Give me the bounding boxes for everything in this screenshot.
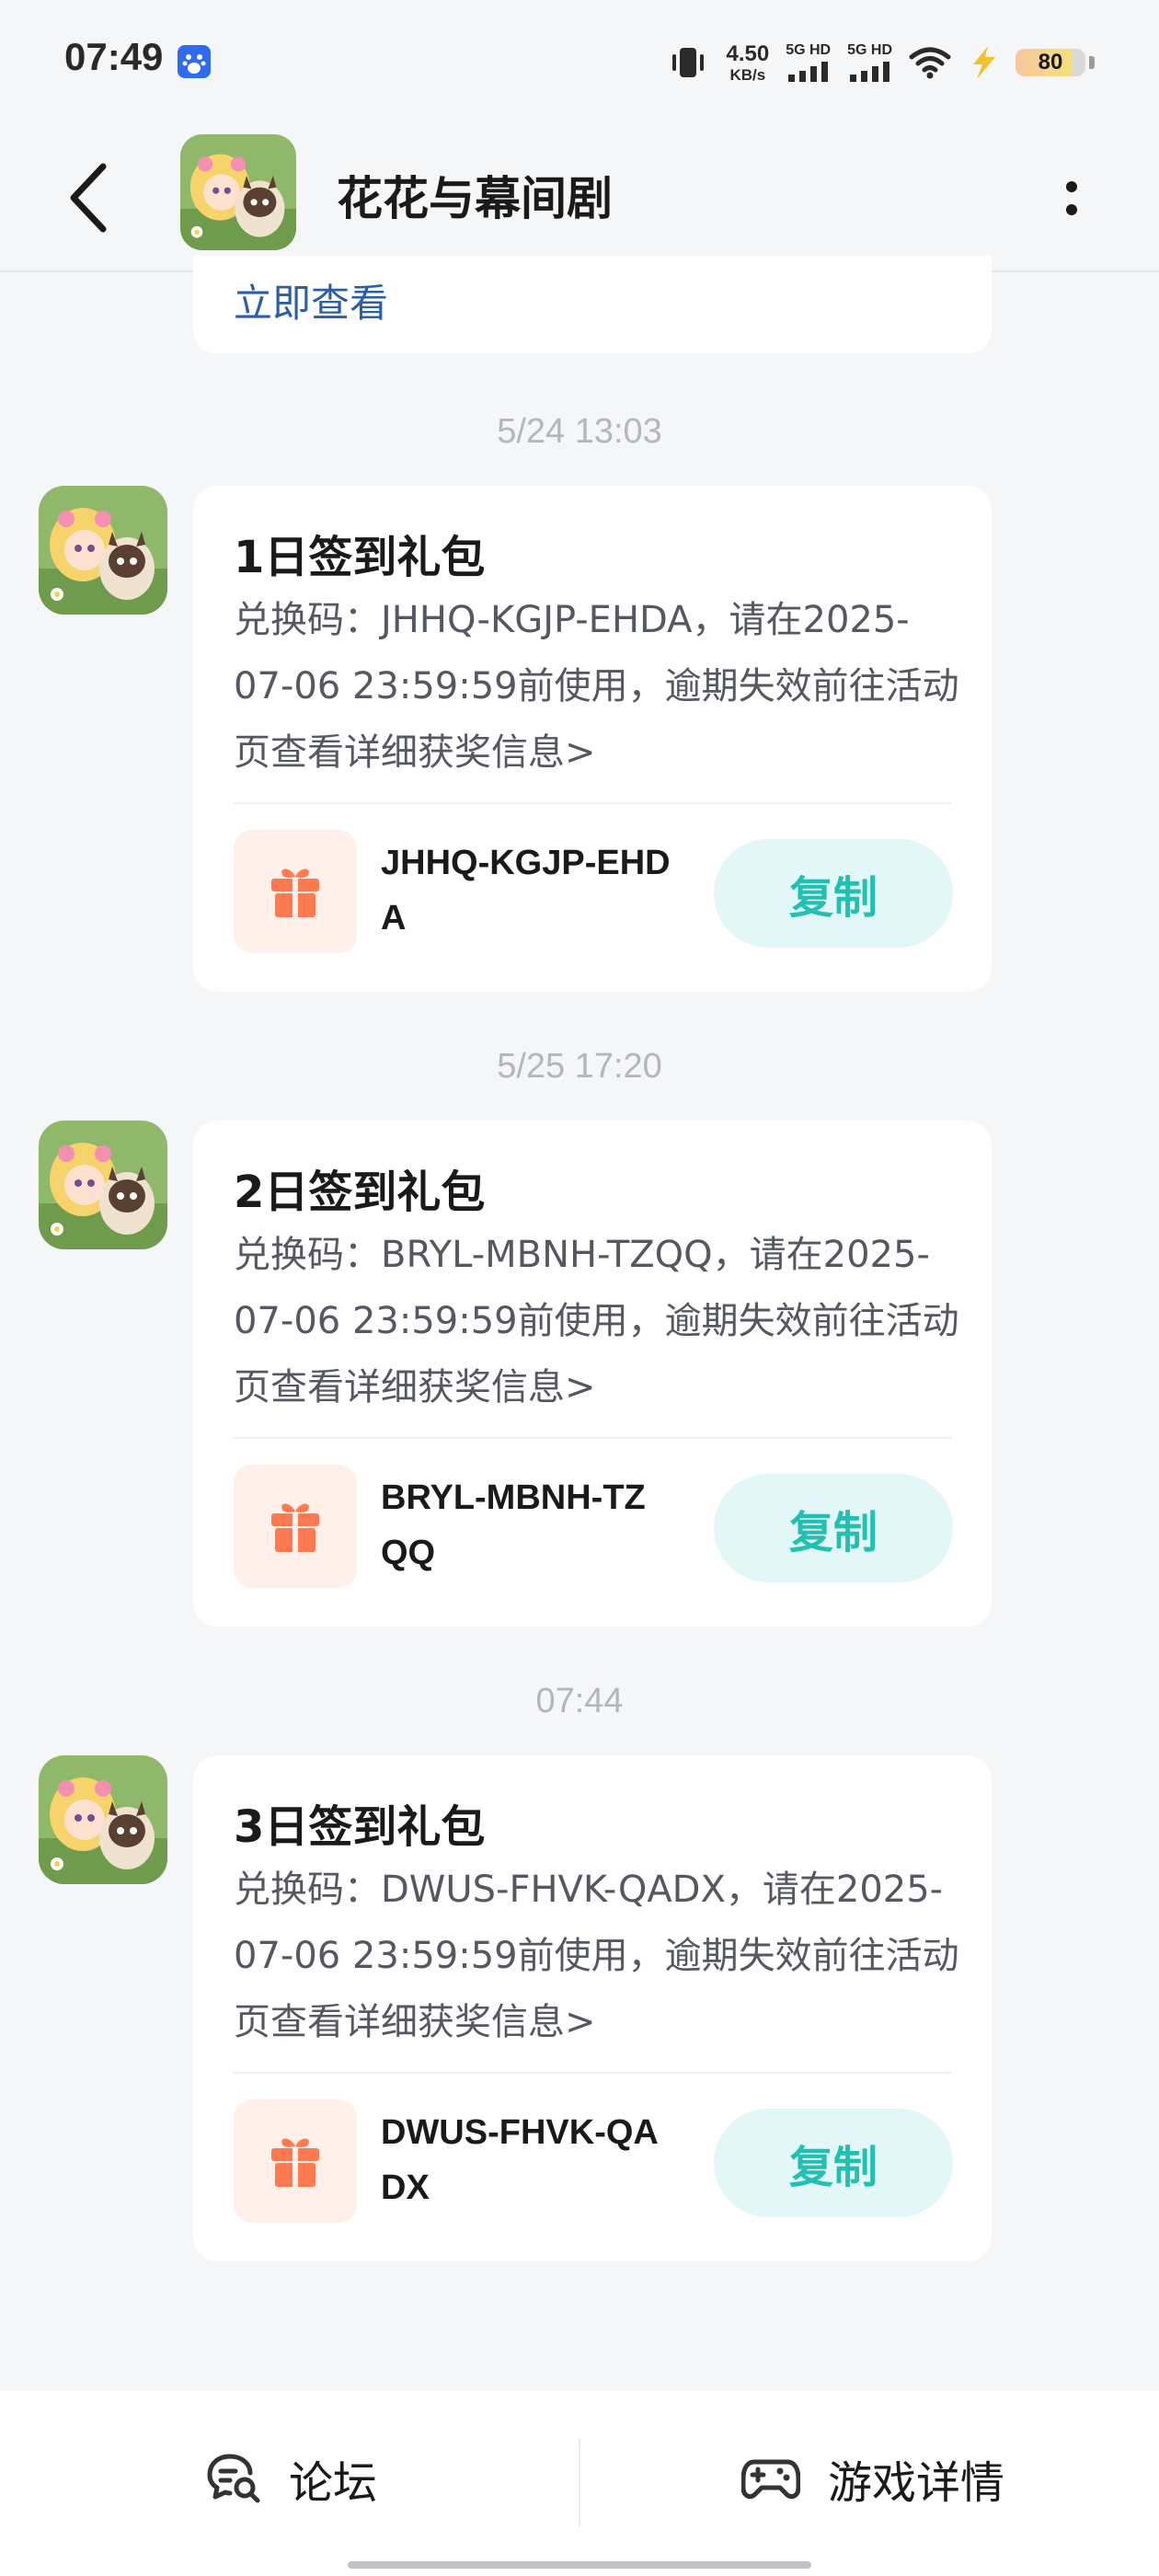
card-divider [234, 802, 951, 804]
gift-icon [271, 1503, 319, 1552]
message-timestamp: 5/25 17:20 [497, 1047, 662, 1086]
gift-code-line: JHHQ-KGJP-EHD [381, 844, 671, 882]
gift-code-line: BRYL-MBNH-TZ [381, 1478, 646, 1517]
card-body[interactable]: 兑换码：DWUS-FHVK-QADX，请在2025-07-06 23:59:59… [234, 1857, 960, 2055]
home-indicator[interactable] [348, 2561, 811, 2569]
battery-level: 80 [1038, 50, 1063, 75]
signal-icon [787, 62, 828, 82]
card-body[interactable]: 兑换码：JHHQ-KGJP-EHDA，请在2025-07-06 23:59:59… [234, 587, 960, 786]
message-timestamp: 5/24 13:03 [497, 412, 662, 451]
battery-cap [1089, 56, 1095, 69]
game-avatar-image [180, 134, 296, 250]
previous-message-card: 立即查看 [193, 256, 992, 353]
gamepad-icon [741, 2459, 800, 2500]
network-speed-value: 4.50 [726, 40, 770, 66]
charging-icon [973, 46, 995, 79]
more-vertical-icon [1066, 180, 1077, 192]
baidu-app-icon [178, 45, 211, 78]
forum-chat-icon [207, 2454, 260, 2503]
message-list[interactable]: 立即查看 5/24 13:03 1日签到礼包 兑换码：JHHQ-KGJP-EHD… [0, 256, 1159, 2390]
sender-avatar[interactable] [39, 486, 167, 615]
copy-button[interactable]: 复制 [714, 2109, 953, 2217]
gift-code: BRYL-MBNH-TZ QQ [381, 1470, 694, 1581]
card-title: 1日签到礼包 [234, 532, 486, 583]
gift-icon-box [234, 830, 357, 953]
sim2-signal: 5G HD [847, 43, 892, 82]
more-options-button[interactable] [1039, 156, 1104, 239]
game-details-label: 游戏详情 [828, 2457, 1005, 2509]
view-now-link[interactable]: 立即查看 [234, 272, 388, 328]
forum-button[interactable]: 论坛 [206, 2442, 377, 2515]
sender-avatar[interactable] [39, 1121, 167, 1249]
copy-button[interactable]: 复制 [714, 1474, 953, 1582]
battery-icon: 80 [1016, 49, 1085, 76]
vibrate-icon [672, 48, 705, 77]
back-button[interactable] [64, 156, 129, 239]
gift-icon [271, 2138, 319, 2187]
gift-code-line: DX [381, 2168, 430, 2207]
copy-button[interactable]: 复制 [714, 839, 953, 948]
gift-message-card: 1日签到礼包 兑换码：JHHQ-KGJP-EHDA，请在2025-07-06 2… [193, 486, 992, 992]
message-timestamp: 07:44 [535, 1682, 624, 1720]
sender-avatar-image [39, 1121, 167, 1249]
card-body[interactable]: 兑换码：BRYL-MBNH-TZQQ，请在2025-07-06 23:59:59… [234, 1222, 960, 1420]
forum-label: 论坛 [289, 2457, 378, 2509]
chat-header: 花花与幕间剧 [0, 121, 1159, 272]
sim1-signal: 5G HD [786, 43, 831, 82]
game-details-button[interactable]: 游戏详情 [741, 2442, 1004, 2515]
network-speed-unit: KB/s [729, 65, 766, 84]
gift-code-line: QQ [381, 1534, 436, 1572]
card-divider [234, 2072, 951, 2074]
sender-avatar[interactable] [39, 1755, 167, 1884]
page-title: 花花与幕间剧 [337, 172, 613, 225]
sim2-label: 5G HD [847, 42, 892, 58]
more-vertical-icon-dot [1066, 203, 1077, 215]
signal-icon [849, 62, 889, 82]
gift-code-line: DWUS-FHVK-QA [381, 2113, 659, 2152]
gift-code-line: A [381, 899, 407, 937]
network-speed: 4.50 KB/s [726, 40, 770, 84]
gift-code: JHHQ-KGJP-EHD A [381, 835, 694, 946]
card-title: 3日签到礼包 [234, 1801, 486, 1853]
gift-code: DWUS-FHVK-QA DX [381, 2105, 694, 2215]
card-title: 2日签到礼包 [234, 1167, 486, 1218]
status-time: 07:49 [64, 35, 164, 78]
bottom-bar-divider [579, 2438, 580, 2526]
sender-avatar-image [39, 486, 167, 615]
gift-icon-box [234, 2099, 357, 2223]
game-avatar[interactable] [180, 134, 296, 250]
status-icons: 4.50 KB/s 5G HD 5G HD 80 [667, 37, 1095, 88]
gift-icon-box [234, 1465, 357, 1588]
gift-message-card: 3日签到礼包 兑换码：DWUS-FHVK-QADX，请在2025-07-06 2… [193, 1755, 992, 2261]
sim1-label: 5G HD [786, 42, 832, 58]
status-bar: 07:49 4.50 KB/s 5G HD 5G HD 80 [0, 0, 1159, 121]
gift-message-card: 2日签到礼包 兑换码：BRYL-MBNH-TZQQ，请在2025-07-06 2… [193, 1121, 992, 1627]
wifi-icon [909, 47, 951, 79]
bottom-bar: 论坛 游戏详情 [0, 2390, 1159, 2576]
chevron-left-icon [70, 163, 107, 233]
sender-avatar-image [39, 1755, 167, 1884]
card-divider [234, 1437, 951, 1439]
gift-icon [271, 868, 319, 917]
